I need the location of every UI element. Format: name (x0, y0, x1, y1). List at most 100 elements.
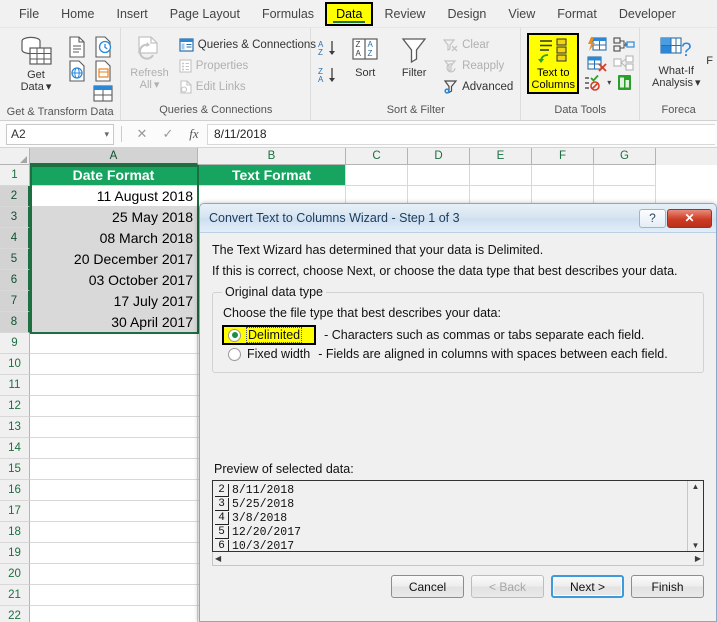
refresh-all-button[interactable]: Refresh All ▾ (129, 33, 170, 93)
tab-page-layout[interactable]: Page Layout (159, 2, 251, 26)
scroll-up-icon[interactable]: ▲ (692, 482, 700, 491)
row-header-6[interactable]: 6 (0, 270, 30, 291)
remove-duplicates-icon[interactable] (583, 55, 611, 72)
advanced-filter-button[interactable]: Advanced (440, 78, 516, 96)
next-button[interactable]: Next > (551, 575, 624, 598)
back-button[interactable]: < Back (471, 575, 544, 598)
delimited-radio[interactable] (228, 328, 241, 342)
cell-a20[interactable] (30, 564, 198, 585)
row-header-16[interactable]: 16 (0, 480, 30, 501)
get-data-caret-icon[interactable]: ▾ (46, 81, 52, 93)
sort-descending-icon[interactable]: Z A (317, 66, 339, 84)
from-table-range-icon[interactable] (91, 60, 115, 82)
row-header-9[interactable]: 9 (0, 333, 30, 354)
row-header-10[interactable]: 10 (0, 354, 30, 375)
preview-data-box[interactable]: 2 8/11/2018 3 5/25/2018 4 3/8/2018 5 12/… (212, 480, 704, 552)
cell-a22[interactable] (30, 606, 198, 622)
row-header-5[interactable]: 5 (0, 249, 30, 270)
row-header-3[interactable]: 3 (0, 207, 30, 228)
get-data-button[interactable]: Get Data ▾ (10, 33, 62, 95)
sort-button[interactable]: Z A A Z Sort (342, 33, 388, 81)
fixed-width-radio[interactable] (228, 347, 241, 361)
sort-ascending-icon[interactable]: A Z (317, 39, 339, 57)
what-if-caret-icon[interactable]: ▾ (695, 77, 701, 89)
consolidate-icon[interactable] (613, 36, 635, 53)
cell-d1[interactable] (408, 165, 470, 186)
row-header-12[interactable]: 12 (0, 396, 30, 417)
column-header-g[interactable]: G (594, 148, 656, 165)
cell-g1[interactable] (594, 165, 656, 186)
text-to-columns-button[interactable]: Text to Columns (527, 33, 580, 94)
cell-a6[interactable]: 03 October 2017 (30, 270, 198, 291)
preview-vertical-scrollbar[interactable]: ▲ ▼ (687, 481, 703, 551)
name-box-caret-icon[interactable]: ▾ (104, 129, 109, 140)
cell-a11[interactable] (30, 375, 198, 396)
row-header-21[interactable]: 21 (0, 585, 30, 606)
cell-a2[interactable]: 11 August 2018 (30, 186, 198, 207)
row-header-22[interactable]: 22 (0, 606, 30, 622)
scroll-right-icon[interactable]: ▶ (695, 554, 701, 563)
cell-b1[interactable]: Text Format (198, 165, 346, 186)
what-if-analysis-button[interactable]: ? What-If Analysis ▾ (648, 33, 704, 91)
cell-f1[interactable] (532, 165, 594, 186)
preview-horizontal-scrollbar[interactable]: ◀ ▶ (212, 552, 704, 566)
tab-home[interactable]: Home (50, 2, 105, 26)
row-header-18[interactable]: 18 (0, 522, 30, 543)
from-web-icon[interactable] (65, 60, 89, 82)
data-validation-caret-icon[interactable]: ▾ (607, 78, 611, 87)
cell-a10[interactable] (30, 354, 198, 375)
tab-design[interactable]: Design (436, 2, 497, 26)
column-header-c[interactable]: C (346, 148, 408, 165)
reapply-button[interactable]: Reapply (440, 57, 516, 75)
tab-file[interactable]: File (8, 2, 50, 26)
row-header-1[interactable]: 1 (0, 165, 30, 186)
row-header-15[interactable]: 15 (0, 459, 30, 480)
dialog-title-bar[interactable]: Convert Text to Columns Wizard - Step 1 … (200, 204, 716, 233)
properties-button[interactable]: Properties (176, 57, 319, 75)
scroll-left-icon[interactable]: ◀ (215, 554, 221, 563)
data-validation-icon[interactable] (583, 74, 605, 91)
cell-a19[interactable] (30, 543, 198, 564)
insert-function-icon[interactable]: fx (181, 126, 207, 142)
formula-input[interactable]: 8/11/2018 (207, 123, 715, 145)
cell-a16[interactable] (30, 480, 198, 501)
row-header-11[interactable]: 11 (0, 375, 30, 396)
delimited-option-row[interactable]: Delimited - Characters such as commas or… (222, 325, 694, 345)
cancel-entry-icon[interactable]: ✕ (129, 126, 155, 142)
cell-a13[interactable] (30, 417, 198, 438)
cell-a3[interactable]: 25 May 2018 (30, 207, 198, 228)
tab-view[interactable]: View (497, 2, 546, 26)
row-header-20[interactable]: 20 (0, 564, 30, 585)
close-icon[interactable]: ✕ (667, 208, 712, 228)
flash-fill-icon[interactable] (583, 36, 611, 53)
existing-connections-icon[interactable] (91, 84, 115, 104)
forecast-sheet-label-truncated[interactable]: F (706, 33, 713, 67)
tab-review[interactable]: Review (373, 2, 436, 26)
row-header-14[interactable]: 14 (0, 438, 30, 459)
cell-a4[interactable]: 08 March 2018 (30, 228, 198, 249)
cell-a1[interactable]: Date Format (30, 165, 198, 186)
refresh-all-caret-icon[interactable]: ▾ (154, 79, 160, 91)
cell-e1[interactable] (470, 165, 532, 186)
from-text-csv-icon[interactable] (65, 36, 89, 58)
edit-links-button[interactable]: Edit Links (176, 78, 319, 96)
queries-connections-button[interactable]: Queries & Connections (176, 36, 319, 54)
fixed-width-option-row[interactable]: Fixed width - Fields are aligned in colu… (228, 347, 694, 361)
confirm-entry-icon[interactable]: ✓ (155, 126, 181, 142)
cell-a5[interactable]: 20 December 2017 (30, 249, 198, 270)
clear-filter-button[interactable]: Clear (440, 36, 516, 54)
cell-c1[interactable] (346, 165, 408, 186)
tab-insert[interactable]: Insert (106, 2, 159, 26)
tab-developer[interactable]: Developer (608, 2, 687, 26)
row-header-17[interactable]: 17 (0, 501, 30, 522)
column-header-e[interactable]: E (470, 148, 532, 165)
finish-button[interactable]: Finish (631, 575, 704, 598)
column-header-b[interactable]: B (198, 148, 346, 165)
row-header-13[interactable]: 13 (0, 417, 30, 438)
column-header-f[interactable]: F (532, 148, 594, 165)
scroll-down-icon[interactable]: ▼ (692, 541, 700, 550)
cell-a18[interactable] (30, 522, 198, 543)
manage-data-model-icon[interactable] (613, 74, 635, 91)
row-header-7[interactable]: 7 (0, 291, 30, 312)
cell-a14[interactable] (30, 438, 198, 459)
